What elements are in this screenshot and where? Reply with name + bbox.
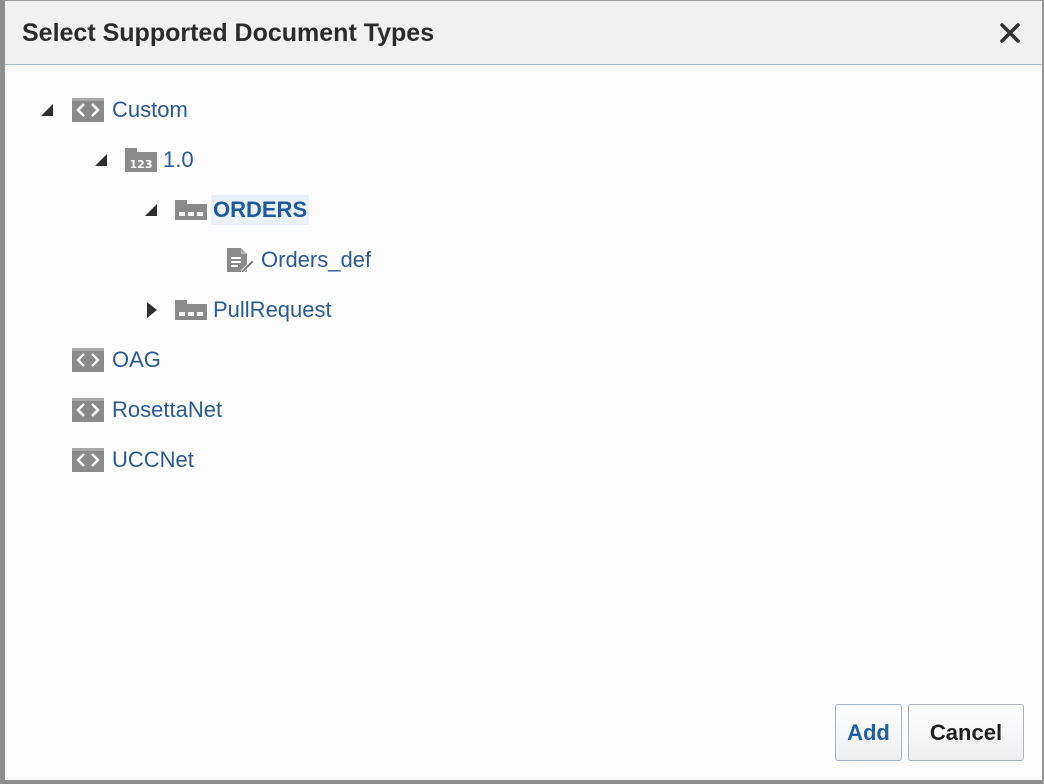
tree-node-label[interactable]: 1.0: [161, 145, 196, 175]
collapse-triangle-icon[interactable]: [141, 200, 161, 220]
tree-node-rosettanet[interactable]: RosettaNet: [72, 394, 224, 426]
dialog-titlebar: Select Supported Document Types: [5, 1, 1042, 65]
close-icon[interactable]: [998, 21, 1022, 45]
tree-node-label[interactable]: Orders_def: [259, 245, 373, 275]
tree-node-label[interactable]: PullRequest: [211, 295, 334, 325]
svg-text:123: 123: [130, 158, 153, 171]
tree-node-version[interactable]: 123 1.0: [91, 144, 196, 176]
tree-node-label[interactable]: RosettaNet: [110, 395, 224, 425]
document-type-icon: [175, 198, 207, 222]
select-document-types-dialog: Select Supported Document Types Custom 1…: [0, 0, 1044, 784]
expand-triangle-icon[interactable]: [141, 300, 161, 320]
document-definition-icon: [225, 246, 255, 274]
tree-node-label[interactable]: Custom: [110, 95, 190, 125]
tree-node-orders[interactable]: ORDERS: [141, 194, 310, 226]
add-button[interactable]: Add: [835, 704, 902, 761]
tree-node-custom[interactable]: Custom: [37, 94, 190, 126]
document-protocol-icon: [72, 448, 104, 472]
cancel-button[interactable]: Cancel: [908, 704, 1024, 761]
dialog-title: Select Supported Document Types: [22, 19, 435, 47]
collapse-triangle-icon[interactable]: [91, 150, 111, 170]
tree-node-label[interactable]: OAG: [110, 345, 163, 375]
version-icon: 123: [125, 148, 157, 172]
document-protocol-icon: [72, 98, 104, 122]
tree-node-label[interactable]: ORDERS: [211, 195, 310, 225]
document-protocol-icon: [72, 398, 104, 422]
document-type-icon: [175, 298, 207, 322]
tree-node-orders-def[interactable]: Orders_def: [225, 244, 373, 276]
tree-node-uccnet[interactable]: UCCNet: [72, 444, 196, 476]
document-protocol-icon: [72, 348, 104, 372]
tree-node-label[interactable]: UCCNet: [110, 445, 196, 475]
collapse-triangle-icon[interactable]: [37, 100, 57, 120]
tree-node-oag[interactable]: OAG: [72, 344, 163, 376]
tree-node-pullrequest[interactable]: PullRequest: [141, 294, 334, 326]
